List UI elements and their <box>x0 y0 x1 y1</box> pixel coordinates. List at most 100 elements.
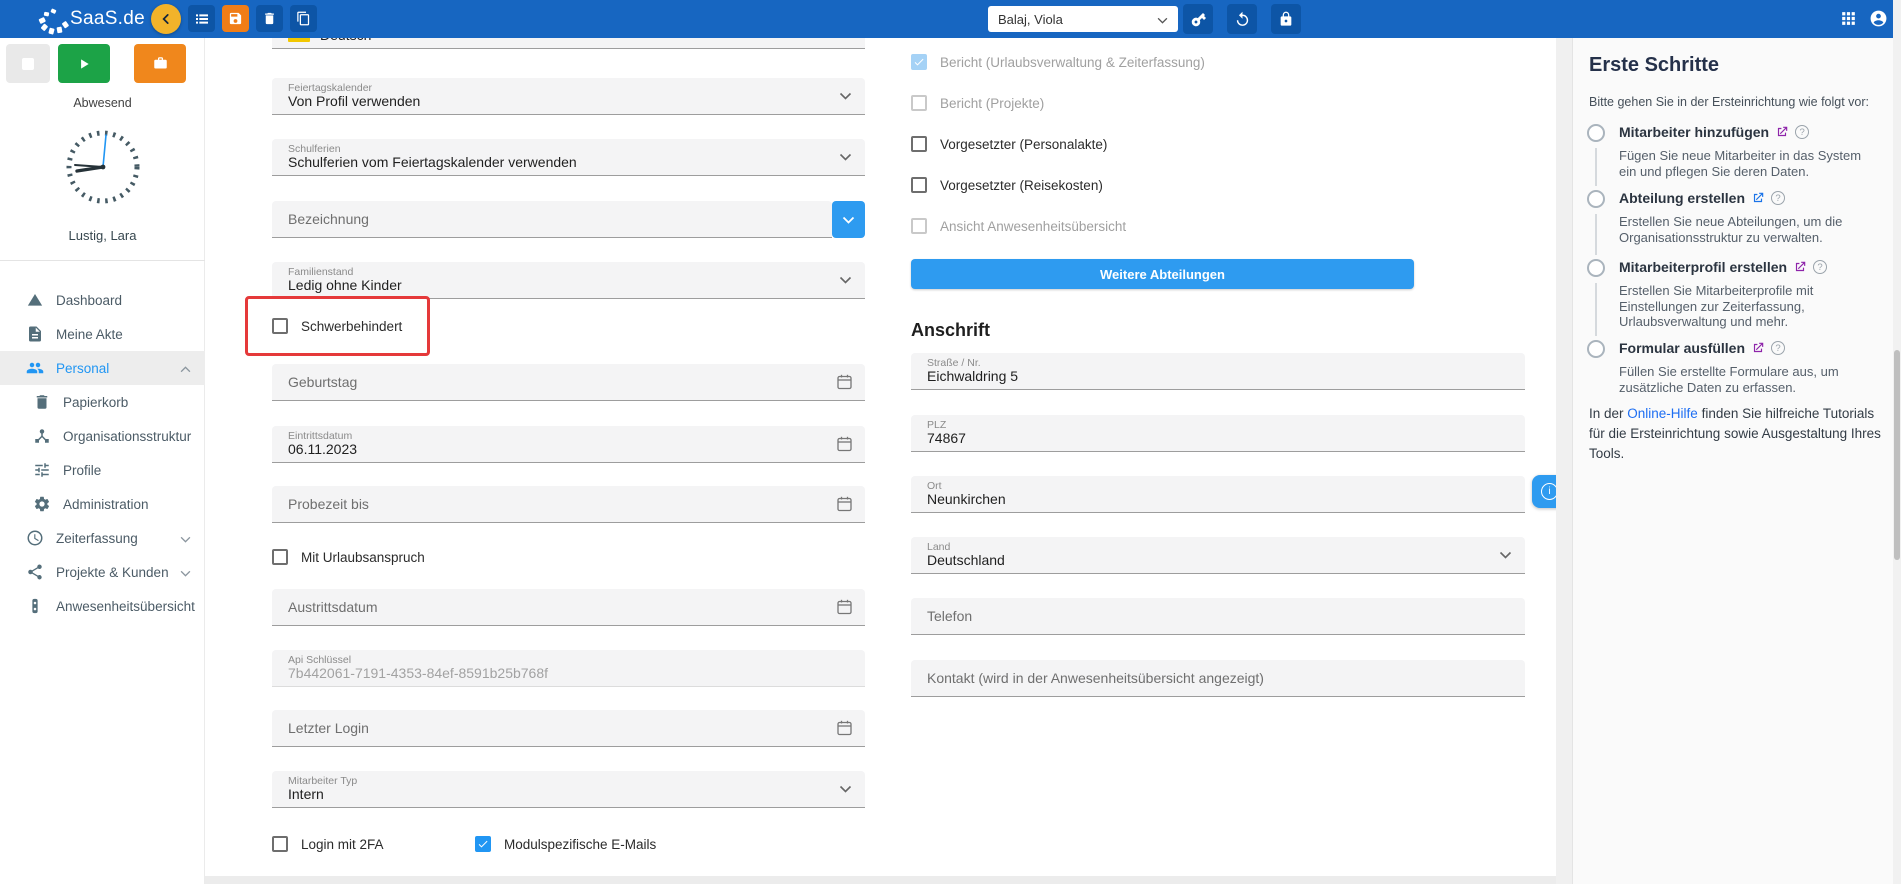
field-letzter-login[interactable]: Letzter Login <box>272 710 865 747</box>
external-link-icon[interactable] <box>1751 341 1765 355</box>
list-view-button[interactable] <box>188 5 215 32</box>
checkbox-label: Mit Urlaubsanspruch <box>301 550 425 565</box>
sidebar-item-dashboard[interactable]: Dashboard <box>0 283 205 317</box>
clock-icon <box>26 529 44 547</box>
field-familienstand[interactable]: Familienstand Ledig ohne Kinder <box>272 262 865 299</box>
lock-button[interactable] <box>1271 4 1301 34</box>
checkbox-row-vorgesetzter-reisekosten: Vorgesetzter (Reisekosten) <box>911 176 1103 194</box>
ansicht-anwesenheit-checkbox[interactable] <box>911 218 927 234</box>
sidebar-item-label: Zeiterfassung <box>56 531 138 546</box>
checkbox-label: Bericht (Projekte) <box>940 96 1044 111</box>
delete-button[interactable] <box>256 5 283 32</box>
sidebar-item-label: Papierkorb <box>63 395 128 410</box>
field-ort[interactable]: Ort Neunkirchen <box>911 476 1525 513</box>
step-4-title: Formular ausfüllen ? <box>1619 340 1785 356</box>
field-value: Neunkirchen <box>927 491 1006 507</box>
sidebar-nav: Dashboard Meine Akte Personal Papierkorb… <box>0 283 205 623</box>
vorgesetzter-reisekosten-checkbox[interactable] <box>911 177 927 193</box>
field-bezeichnung[interactable]: Bezeichnung <box>272 201 832 238</box>
calendar-icon[interactable] <box>837 374 852 390</box>
save-button[interactable] <box>222 5 249 32</box>
employee-select[interactable]: Balaj, Viola <box>988 6 1178 32</box>
modulspezifische-emails-checkbox[interactable] <box>475 836 491 852</box>
play-icon <box>77 57 91 71</box>
step-1-description: Fügen Sie neue Mitarbeiter in das System… <box>1619 148 1871 179</box>
apps-menu-button[interactable] <box>1839 9 1858 33</box>
field-value: 06.11.2023 <box>288 441 357 457</box>
page-scrollbar-thumb[interactable] <box>1894 350 1900 560</box>
sidebar-item-administration[interactable]: Administration <box>0 487 205 521</box>
panel-title: Erste Schritte <box>1589 54 1719 77</box>
schwerbehindert-checkbox[interactable] <box>272 318 288 334</box>
field-geburtstag[interactable]: Geburtstag <box>272 364 865 401</box>
calendar-icon[interactable] <box>837 496 852 512</box>
main-horizontal-scrollbar[interactable] <box>205 876 1556 884</box>
step-title-text: Abteilung erstellen <box>1619 190 1745 206</box>
help-icon[interactable]: ? <box>1771 191 1785 205</box>
sidebar-item-label: Projekte & Kunden <box>56 565 169 580</box>
step-3-radio[interactable] <box>1587 259 1605 277</box>
copy-button[interactable] <box>290 5 317 32</box>
sidebar-item-zeiterfassung[interactable]: Zeiterfassung <box>0 521 205 555</box>
apps-grid-icon <box>1839 9 1858 28</box>
sidebar-item-personal[interactable]: Personal <box>0 351 205 385</box>
calendar-icon[interactable] <box>837 436 852 452</box>
field-sprache[interactable]: Deutsch <box>272 38 865 49</box>
field-telefon[interactable]: Telefon <box>911 598 1525 635</box>
sidebar-user-name: Lustig, Lara <box>0 228 205 243</box>
field-placeholder: Austrittsdatum <box>288 599 377 615</box>
field-austrittsdatum[interactable]: Austrittsdatum <box>272 589 865 626</box>
work-timer-button[interactable] <box>134 44 186 83</box>
calendar-icon[interactable] <box>837 720 852 736</box>
help-icon[interactable]: ? <box>1795 125 1809 139</box>
sidebar-item-label: Meine Akte <box>56 327 123 342</box>
sidebar: Abwesend Lustig, Lara Dashboard Meine Ak… <box>0 38 205 884</box>
calendar-icon[interactable] <box>837 599 852 615</box>
sidebar-item-papierkorb[interactable]: Papierkorb <box>0 385 205 419</box>
step-4-radio[interactable] <box>1587 340 1605 358</box>
password-key-button[interactable] <box>1183 4 1213 34</box>
stop-timer-button[interactable] <box>6 44 50 83</box>
app-logo: SaaS.de <box>36 0 145 38</box>
field-strasse[interactable]: Straße / Nr. Eichwaldring 5 <box>911 353 1525 390</box>
external-link-icon[interactable] <box>1775 125 1789 139</box>
field-eintrittsdatum[interactable]: Eintrittsdatum 06.11.2023 <box>272 426 865 463</box>
login-2fa-checkbox[interactable] <box>272 836 288 852</box>
field-value: Deutsch <box>320 38 371 43</box>
field-plz[interactable]: PLZ 74867 <box>911 415 1525 452</box>
step-1-radio[interactable] <box>1587 124 1605 142</box>
field-feiertagskalender[interactable]: Feiertagskalender Von Profil verwenden <box>272 78 865 115</box>
bericht-urlaub-checkbox[interactable] <box>911 54 927 70</box>
mit-urlaubsanspruch-checkbox[interactable] <box>272 549 288 565</box>
sidebar-divider <box>0 260 205 261</box>
field-probezeit-bis[interactable]: Probezeit bis <box>272 486 865 523</box>
field-kontakt[interactable]: Kontakt (wird in der Anwesenheitsübersic… <box>911 660 1525 697</box>
back-button[interactable] <box>151 4 181 34</box>
external-link-icon[interactable] <box>1793 260 1807 274</box>
bericht-projekte-checkbox[interactable] <box>911 95 927 111</box>
sidebar-item-anwesenheitsuebersicht[interactable]: Anwesenheitsübersicht <box>0 589 205 623</box>
account-button[interactable] <box>1869 9 1888 33</box>
chevron-down-icon <box>1499 551 1512 559</box>
undo-button[interactable] <box>1227 4 1257 34</box>
help-icon[interactable]: ? <box>1771 341 1785 355</box>
sidebar-item-profile[interactable]: Profile <box>0 453 205 487</box>
step-3-description: Erstellen Sie Mitarbeiterprofile mit Ein… <box>1619 283 1871 330</box>
field-mitarbeiter-typ[interactable]: Mitarbeiter Typ Intern <box>272 771 865 808</box>
step-2-radio[interactable] <box>1587 190 1605 208</box>
help-icon[interactable]: ? <box>1813 260 1827 274</box>
start-timer-button[interactable] <box>58 44 110 83</box>
bezeichnung-dropdown-button[interactable] <box>832 201 865 238</box>
sidebar-item-label: Administration <box>63 497 149 512</box>
field-land[interactable]: Land Deutschland <box>911 537 1525 574</box>
vorgesetzter-personalakte-checkbox[interactable] <box>911 136 927 152</box>
field-placeholder: Telefon <box>927 608 972 624</box>
field-schulferien[interactable]: Schulferien Schulferien vom Feiertagskal… <box>272 139 865 176</box>
sidebar-item-organisationsstruktur[interactable]: Organisationsstruktur <box>0 419 205 453</box>
weitere-abteilungen-button[interactable]: Weitere Abteilungen <box>911 259 1414 289</box>
sidebar-item-meine-akte[interactable]: Meine Akte <box>0 317 205 351</box>
external-link-icon[interactable] <box>1751 191 1765 205</box>
main-vertical-scrollbar[interactable] <box>1556 38 1572 884</box>
sidebar-item-projekte-kunden[interactable]: Projekte & Kunden <box>0 555 205 589</box>
online-hilfe-link[interactable]: Online-Hilfe <box>1627 406 1698 421</box>
